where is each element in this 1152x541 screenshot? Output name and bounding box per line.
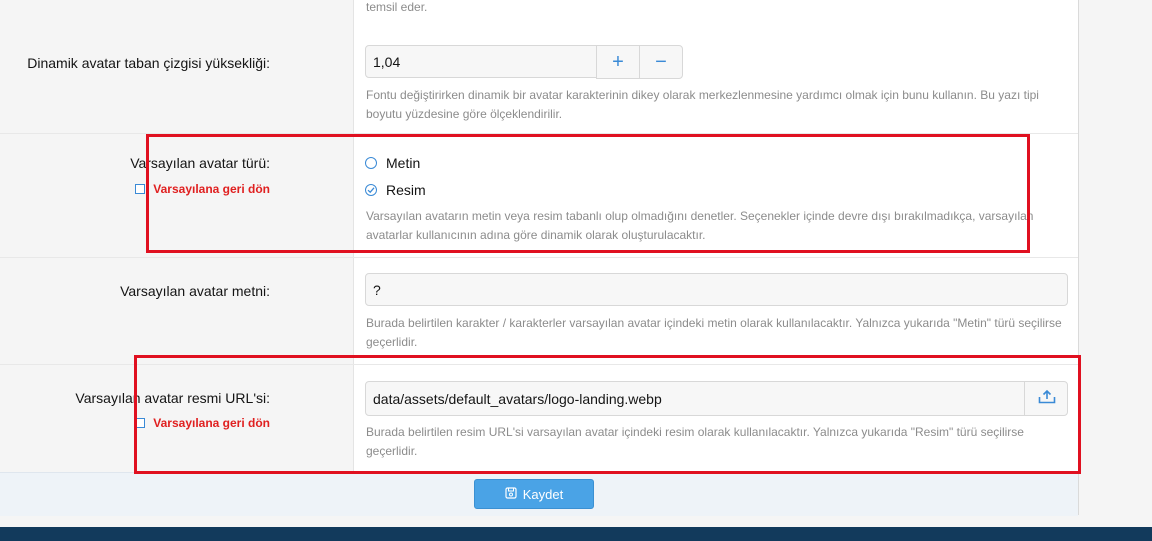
avatar-text-hint: Burada belirtilen karakter / karakterler…: [366, 316, 1062, 349]
upload-button[interactable]: [1024, 381, 1068, 416]
row-divider: [0, 257, 1078, 258]
avatar-url-hint: Burada belirtilen resim URL'si varsayıla…: [366, 425, 1024, 458]
save-label: Kaydet: [522, 486, 564, 502]
minus-icon: −: [655, 50, 667, 73]
save-button[interactable]: Kaydet: [474, 479, 594, 509]
avatar-text-input[interactable]: ?: [365, 273, 1068, 306]
avatar-url-label: Varsayılan avatar resmi URL'si:: [75, 390, 270, 406]
radio-unchecked-icon: [365, 157, 377, 169]
avatar-text-value: ?: [373, 281, 381, 298]
bottom-bar: [0, 527, 1152, 541]
save-icon: [505, 486, 517, 502]
decrement-button[interactable]: −: [639, 45, 683, 79]
avatar-type-hint: Varsayılan avatarın metin veya resim tab…: [366, 209, 1034, 242]
avatar-url-value: data/assets/default_avatars/logo-landing…: [373, 390, 662, 407]
revert-label: Varsayılana geri dön: [153, 182, 270, 196]
checkbox-icon: [135, 184, 146, 194]
radio-label: Resim: [386, 182, 426, 198]
plus-icon: +: [612, 50, 624, 73]
avatar-url-input[interactable]: data/assets/default_avatars/logo-landing…: [365, 381, 1068, 416]
avatar-text-label: Varsayılan avatar metni:: [120, 283, 270, 299]
radio-label: Metin: [386, 155, 421, 171]
avatar-url-revert-link[interactable]: Varsayılana geri dön: [135, 416, 270, 430]
baseline-height-value: 1,04: [373, 53, 401, 70]
radio-checked-icon: [365, 184, 377, 196]
baseline-height-input[interactable]: 1,04: [365, 45, 597, 78]
radio-option-metin[interactable]: Metin: [365, 155, 420, 171]
options-panel: temsil eder. Dinamik avatar taban çizgis…: [0, 0, 1079, 516]
radio-option-resim[interactable]: Resim: [365, 182, 426, 198]
checkbox-icon: [135, 418, 146, 428]
avatar-type-label: Varsayılan avatar türü:: [130, 155, 270, 171]
avatar-type-revert-link[interactable]: Varsayılana geri dön: [135, 182, 270, 196]
baseline-height-hint: Fontu değiştirirken dinamik bir avatar k…: [366, 88, 1039, 121]
increment-button[interactable]: +: [596, 45, 640, 79]
previous-option-hint: temsil eder.: [366, 0, 428, 14]
row-divider: [0, 364, 1078, 365]
upload-icon: [1038, 388, 1056, 409]
baseline-height-label: Dinamik avatar taban çizgisi yüksekliği:: [27, 55, 270, 71]
revert-label: Varsayılana geri dön: [153, 416, 270, 430]
row-divider: [0, 133, 1078, 134]
